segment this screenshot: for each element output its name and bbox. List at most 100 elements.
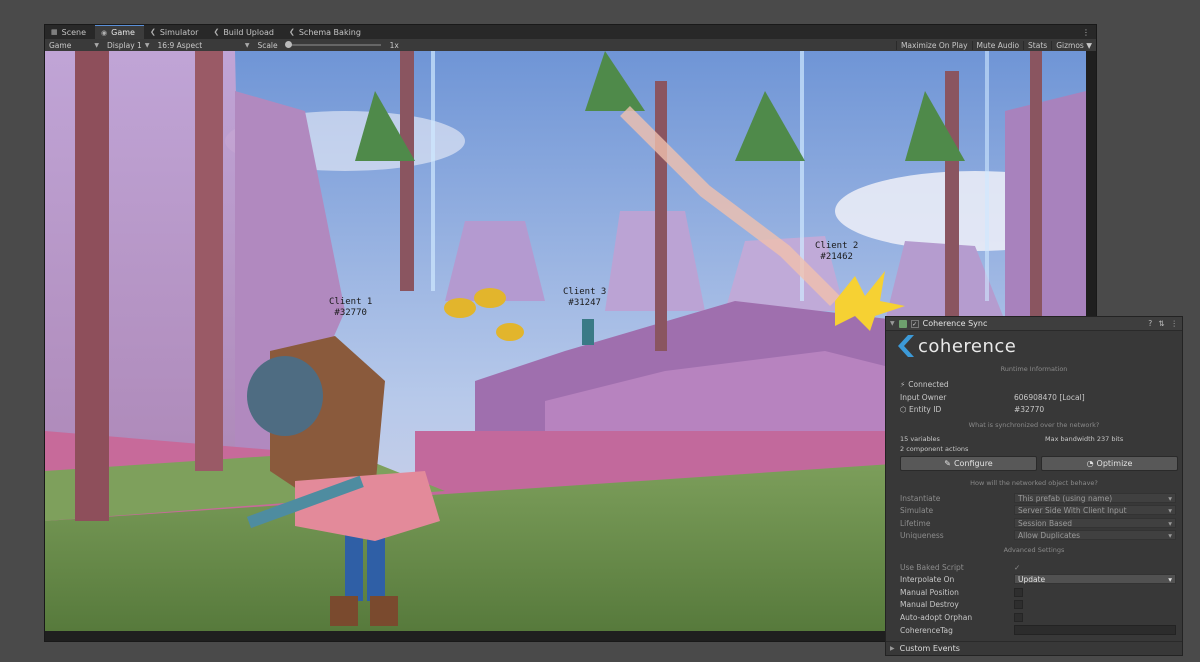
coherence-icon: ❮ [213, 28, 220, 36]
manual-position-checkbox[interactable] [1014, 587, 1023, 597]
chevron-down-icon: ▾ [1168, 530, 1172, 540]
interpolate-value: Update [1018, 574, 1046, 584]
mute-audio-toggle[interactable]: Mute Audio [971, 40, 1023, 50]
tab-label: Game [111, 28, 135, 37]
game-toolbar: Game ▼ Display 1 ▼ 16:9 Aspect ▼ Scale 1… [45, 39, 1096, 51]
tab-label: Simulator [159, 27, 199, 37]
simulate-select[interactable]: Server Side With Client Input ▾ [1014, 505, 1176, 515]
configure-button[interactable]: ✎ Configure [900, 456, 1037, 471]
manual-position-label: Manual Position [900, 587, 959, 597]
chevron-down-icon: ▼ [1086, 40, 1092, 50]
scene-icon: ▦ [51, 28, 58, 36]
lifetime-value: Session Based [1018, 518, 1073, 528]
custom-events-label: Custom Events [899, 644, 960, 653]
auto-adopt-row: Auto-adopt Orphan [900, 611, 1176, 623]
gauge-icon: ◔ [1086, 459, 1094, 468]
lifetime-label: Lifetime [900, 518, 931, 528]
chevron-down-icon: ▼ [144, 41, 150, 49]
tab-label: Build Upload [223, 27, 274, 37]
coherence-tag-row: CoherenceTag [900, 624, 1176, 636]
stats-toggle[interactable]: Stats [1023, 40, 1051, 50]
coherence-icon: ❮ [149, 28, 156, 36]
custom-events-foldout[interactable]: ▶ Custom Events [886, 641, 1182, 655]
variables-count: 15 variables [900, 435, 940, 443]
scale-value: 1x [389, 40, 399, 50]
lifetime-row: Lifetime Session Based ▾ [900, 517, 1176, 529]
tab-game[interactable]: ◉ Game [95, 25, 144, 39]
input-owner-value: 606908470 [Local] [1014, 392, 1085, 402]
tab-label: Scene [61, 27, 87, 37]
component-title: Coherence Sync [922, 319, 988, 328]
more-options-icon[interactable]: ⋮ [1082, 28, 1096, 37]
interpolate-select[interactable]: Update ▾ [1014, 574, 1176, 584]
client-id: #21462 [820, 252, 853, 262]
optimize-button[interactable]: ◔ Optimize [1041, 456, 1178, 471]
chevron-down-icon: ▾ [1168, 493, 1172, 503]
game-dropdown[interactable]: Game ▼ [45, 41, 103, 50]
uniqueness-select[interactable]: Allow Duplicates ▾ [1014, 530, 1176, 540]
coherence-tag-input[interactable] [1014, 625, 1176, 635]
tab-build-upload[interactable]: ❮ Build Upload [207, 25, 283, 39]
bandwidth-value: 237 bits [1096, 435, 1124, 443]
script-icon [898, 319, 907, 328]
chevron-down-icon: ▼ [94, 41, 99, 49]
gizmos-label: Gizmos [1056, 40, 1084, 50]
tab-scene[interactable]: ▦ Scene [45, 25, 95, 39]
simulate-value: Server Side With Client Input [1018, 505, 1127, 515]
coherence-icon: ❮ [288, 28, 295, 36]
gizmos-dropdown[interactable]: Gizmos ▼ [1051, 40, 1096, 50]
runtime-header: Runtime Information [1000, 365, 1068, 373]
auto-adopt-checkbox[interactable] [1014, 612, 1023, 622]
instantiate-value: This prefab (using name) [1018, 493, 1113, 503]
component-actions-row: 2 component actions [900, 443, 1176, 455]
input-owner-row: Input Owner 606908470 [Local] [900, 391, 1176, 403]
entity-id-row: ⬡ Entity ID #32770 [900, 403, 1176, 415]
aspect-dropdown[interactable]: 16:9 Aspect ▼ [153, 41, 253, 50]
tab-label: Schema Baking [298, 27, 361, 37]
client-name: Client 2 [815, 241, 859, 251]
entity-id-value: #32770 [1014, 404, 1045, 414]
instantiate-label: Instantiate [900, 493, 941, 503]
display-dropdown[interactable]: Display 1 ▼ [103, 41, 153, 50]
client-label-3: Client 3 #31247 [563, 287, 606, 309]
scale-slider[interactable] [284, 41, 381, 48]
scale-slider-handle[interactable] [284, 41, 292, 48]
help-icon[interactable]: ? [1148, 319, 1152, 328]
maximize-on-play-toggle[interactable]: Maximize On Play [895, 40, 972, 50]
chevron-right-icon: ▶ [890, 645, 895, 652]
configure-label: Configure [953, 459, 993, 468]
client-id: #32770 [334, 308, 367, 318]
entity-id-label: Entity ID [908, 404, 942, 414]
game-dropdown-label: Game [49, 40, 72, 50]
aspect-dropdown-label: 16:9 Aspect [157, 40, 203, 50]
tab-schema-baking[interactable]: ❮ Schema Baking [283, 25, 370, 39]
wrench-icon: ✎ [944, 459, 951, 468]
instantiate-select[interactable]: This prefab (using name) ▾ [1014, 493, 1176, 503]
enabled-checkbox[interactable]: ✓ [910, 319, 919, 328]
display-dropdown-label: Display 1 [107, 40, 142, 50]
gamepad-icon: ◉ [101, 28, 108, 37]
more-options-icon[interactable]: ⋮ [1171, 319, 1179, 328]
coherence-sync-inspector: ▼ ✓ Coherence Sync ? ⇅ ⋮ coherence Runti… [885, 316, 1183, 656]
client-id: #31247 [568, 298, 601, 308]
coherence-logo: coherence [898, 335, 1016, 357]
connection-status: Connected [908, 379, 949, 389]
manual-position-row: Manual Position [900, 586, 1176, 598]
advanced-header: Advanced Settings [1003, 546, 1065, 554]
component-header[interactable]: ▼ ✓ Coherence Sync ? ⇅ ⋮ [886, 317, 1182, 331]
tab-simulator[interactable]: ❮ Simulator [144, 25, 207, 39]
bandwidth-label: Max bandwidth [1045, 435, 1095, 443]
manual-destroy-checkbox[interactable] [1014, 599, 1023, 609]
interpolate-row: Interpolate On Update ▾ [900, 573, 1176, 585]
manual-destroy-label: Manual Destroy [900, 599, 959, 609]
uniqueness-label: Uniqueness [900, 530, 944, 540]
client-label-2: Client 2 #21462 [815, 241, 858, 263]
scale-label: Scale [257, 40, 278, 50]
foldout-arrow-icon[interactable]: ▼ [890, 320, 895, 327]
lifetime-select[interactable]: Session Based ▾ [1014, 518, 1176, 528]
chevron-down-icon: ▼ [244, 41, 250, 49]
client-name: Client 3 [563, 287, 607, 297]
chevron-down-icon: ▾ [1168, 518, 1172, 528]
preset-icon[interactable]: ⇅ [1158, 319, 1164, 328]
chevron-down-icon: ▾ [1168, 505, 1172, 515]
